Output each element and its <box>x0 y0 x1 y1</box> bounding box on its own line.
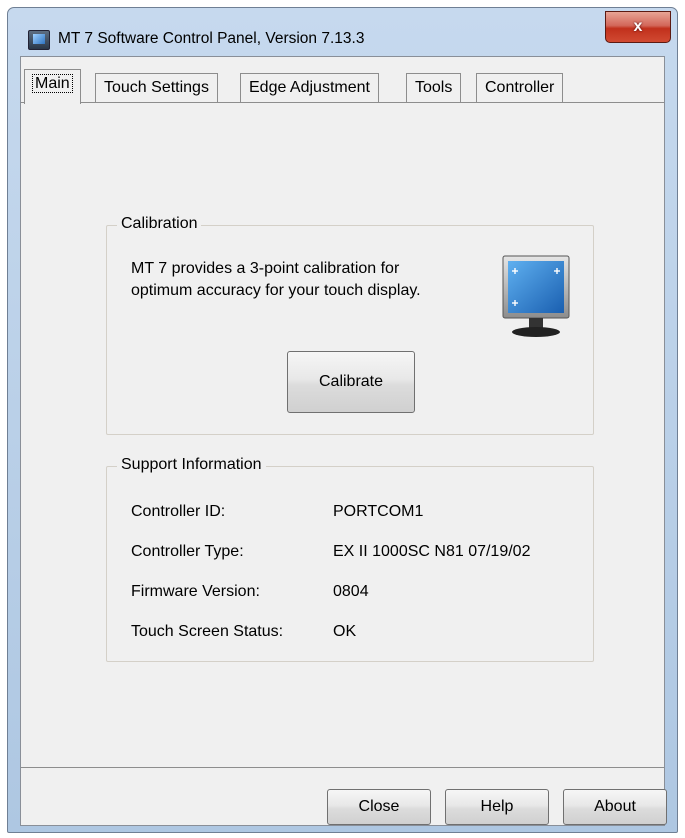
controller-type-value: EX II 1000SC N81 07/19/02 <box>333 543 531 560</box>
support-information-group: Support Information Controller ID: PORTC… <box>106 456 594 662</box>
calibration-group: Calibration MT 7 provides a 3-point cali… <box>106 215 594 435</box>
calibration-description: MT 7 provides a 3-point calibration for … <box>131 260 421 299</box>
close-button[interactable]: Close <box>327 789 431 825</box>
main-tab-page: Calibration MT 7 provides a 3-point cali… <box>21 102 664 768</box>
support-group-label: Support Information <box>117 456 266 474</box>
calibrate-button[interactable]: Calibrate <box>287 351 415 413</box>
tab-edge-adjustment[interactable]: Edge Adjustment <box>240 73 379 103</box>
help-button[interactable]: Help <box>445 789 549 825</box>
dialog-client-area: Main Touch Settings Edge Adjustment Tool… <box>20 56 667 826</box>
title-bar[interactable]: MT 7 Software Control Panel, Version 7.1… <box>8 8 677 56</box>
firmware-version-value: 0804 <box>333 583 369 600</box>
window-close-button[interactable]: x <box>605 11 671 43</box>
controller-id-value: PORTCOM1 <box>333 503 424 520</box>
controller-id-label: Controller ID: <box>131 503 226 520</box>
tab-main[interactable]: Main <box>24 69 81 104</box>
touch-monitor-icon <box>502 255 570 337</box>
tab-controller[interactable]: Controller <box>476 73 564 103</box>
app-icon[interactable] <box>28 30 50 50</box>
calibration-group-label: Calibration <box>117 215 202 233</box>
tab-tools[interactable]: Tools <box>406 73 462 103</box>
touch-screen-status-value: OK <box>333 623 357 640</box>
firmware-version-label: Firmware Version: <box>131 583 260 600</box>
application-window: MT 7 Software Control Panel, Version 7.1… <box>7 7 678 833</box>
touch-screen-status-label: Touch Screen Status: <box>131 623 284 640</box>
tab-main-label: Main <box>32 74 73 93</box>
window-title: MT 7 Software Control Panel, Version 7.1… <box>58 30 365 47</box>
controller-type-label: Controller Type: <box>131 543 244 560</box>
about-button[interactable]: About <box>563 789 667 825</box>
tab-touch-settings[interactable]: Touch Settings <box>95 73 218 103</box>
